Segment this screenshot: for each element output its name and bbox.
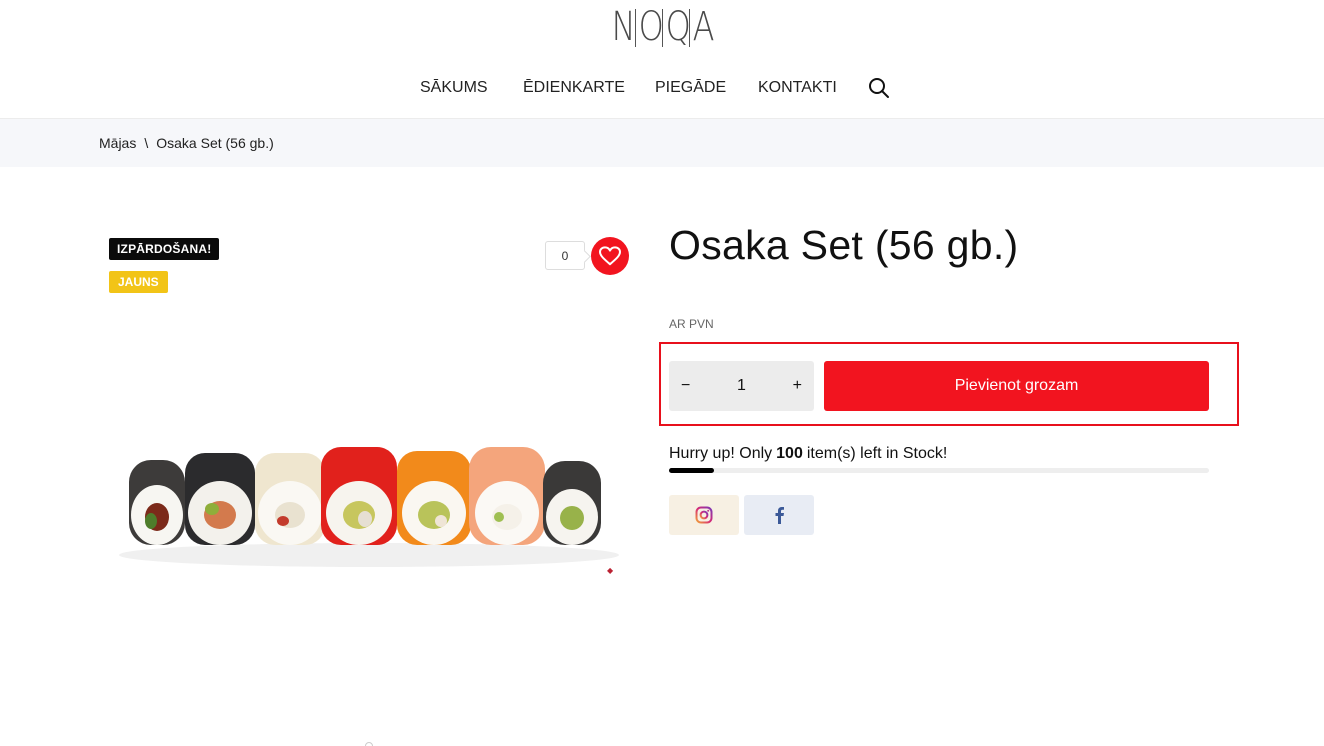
- sushi-roll: [129, 460, 185, 545]
- sushi-roll: [321, 447, 397, 545]
- instagram-icon: [695, 506, 713, 524]
- stock-progress-track: [669, 468, 1209, 473]
- sushi-roll: [255, 453, 325, 545]
- stock-message: Hurry up! Only 100 item(s) left in Stock…: [669, 445, 947, 463]
- breadcrumb-current: Osaka Set (56 gb.): [156, 135, 274, 151]
- image-watermark: ◆: [607, 566, 614, 575]
- breadcrumb: Mājas \ Osaka Set (56 gb.): [99, 135, 274, 151]
- logo[interactable]: N O Q A: [0, 6, 1324, 48]
- product-title: Osaka Set (56 gb.): [669, 222, 1019, 268]
- logo-letter: O: [638, 4, 664, 50]
- breadcrumb-bar: Mājas \ Osaka Set (56 gb.): [0, 119, 1324, 167]
- logo-letter: A: [692, 4, 714, 50]
- wishlist-button[interactable]: [591, 237, 629, 275]
- quantity-input[interactable]: 1: [705, 377, 778, 395]
- breadcrumb-separator: \: [144, 135, 149, 151]
- sushi-roll: [543, 461, 601, 545]
- nav-item-edienkarte[interactable]: ĒDIENKARTE: [523, 79, 625, 97]
- stock-progress-fill: [669, 468, 714, 473]
- new-badge: JAUNS: [109, 271, 168, 293]
- breadcrumb-home[interactable]: Mājas: [99, 135, 136, 151]
- quantity-stepper: − 1 +: [669, 361, 814, 411]
- wishlist-count: 0: [545, 241, 585, 270]
- logo-letter: N: [611, 4, 636, 50]
- nav-item-sakums[interactable]: SĀKUMS: [420, 79, 488, 97]
- gallery-dot[interactable]: [365, 742, 373, 746]
- search-icon[interactable]: [868, 77, 890, 104]
- sushi-roll: [185, 453, 255, 545]
- quantity-increase-button[interactable]: +: [778, 377, 814, 395]
- sushi-roll: [397, 451, 471, 545]
- stock-prefix: Hurry up! Only: [669, 445, 773, 462]
- logo-letter: Q: [665, 4, 691, 50]
- stock-suffix: item(s) left in Stock!: [806, 445, 948, 462]
- instagram-share-button[interactable]: [669, 495, 739, 535]
- sushi-roll: [469, 447, 545, 545]
- quantity-decrease-button[interactable]: −: [669, 377, 705, 395]
- nav-item-piegade[interactable]: PIEGĀDE: [655, 79, 726, 97]
- facebook-share-button[interactable]: [744, 495, 814, 535]
- sale-badge: IZPĀRDOŠANA!: [109, 238, 220, 260]
- stock-count: 100: [776, 445, 803, 462]
- facebook-icon: [775, 507, 784, 524]
- nav-item-kontakti[interactable]: KONTAKTI: [758, 79, 837, 97]
- product-image[interactable]: ◆: [99, 405, 639, 585]
- heart-icon: [599, 246, 621, 266]
- vat-label: AR PVN: [669, 317, 714, 331]
- add-to-cart-button[interactable]: Pievienot grozam: [824, 361, 1209, 411]
